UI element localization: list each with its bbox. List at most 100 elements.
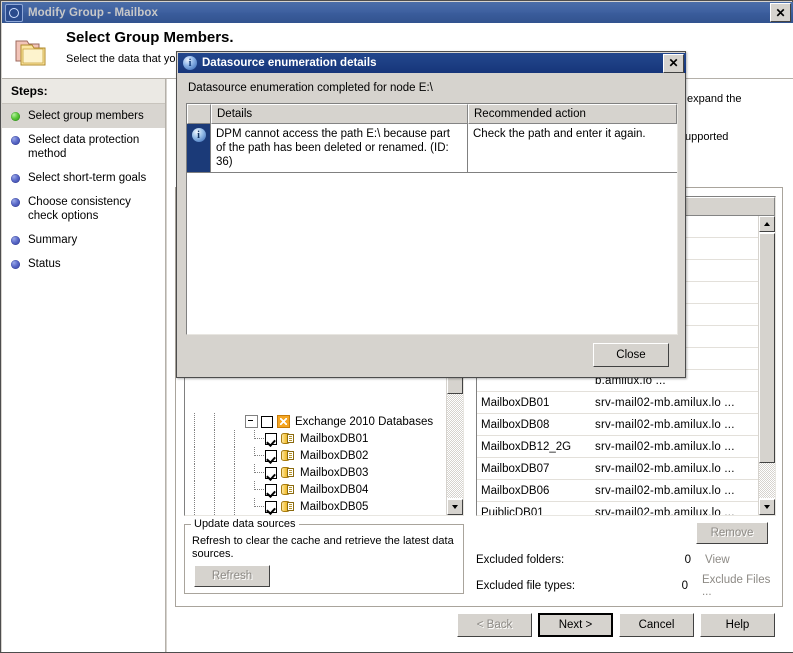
instruction-text-line1: expand the bbox=[687, 93, 742, 105]
tree-node-label: MailboxDB04 bbox=[300, 483, 369, 496]
dialog-close-button[interactable]: Close bbox=[593, 343, 669, 367]
cancel-button[interactable]: Cancel bbox=[619, 613, 694, 637]
database-icon bbox=[281, 500, 295, 513]
tree-checkbox[interactable] bbox=[261, 415, 273, 428]
database-icon bbox=[281, 483, 295, 496]
tree-indent bbox=[185, 413, 205, 430]
list-item-name: MailboxDB08 bbox=[481, 418, 550, 431]
tree-row-child[interactable]: MailboxDB05 bbox=[185, 498, 446, 515]
list-item-server: srv-mail02-mb.amilux.lo ... bbox=[595, 396, 735, 409]
tree-indent bbox=[205, 447, 225, 464]
list-item-name: MailboxDB01 bbox=[481, 396, 550, 409]
tree-row-child[interactable]: MailboxDB01 bbox=[185, 430, 446, 447]
step-bullet-icon bbox=[11, 236, 20, 245]
sidebar-item-select-group-members[interactable]: Select group members bbox=[2, 104, 165, 128]
remove-button[interactable]: Remove bbox=[696, 522, 768, 544]
step-label: Choose consistency check options bbox=[28, 196, 131, 222]
dialog-titlebar[interactable]: i Datasource enumeration details ✕ bbox=[178, 53, 686, 73]
dialog-close-icon[interactable]: ✕ bbox=[663, 53, 684, 73]
sidebar-item-select-short-term-goals[interactable]: Select short-term goals bbox=[2, 166, 165, 190]
tree-checkbox[interactable] bbox=[265, 432, 277, 445]
excluded-folders-label: Excluded folders: bbox=[476, 554, 565, 566]
tree-row-child[interactable]: MailboxDB02 bbox=[185, 447, 446, 464]
list-vertical-scrollbar[interactable] bbox=[758, 216, 775, 515]
excluded-file-types-label: Excluded file types: bbox=[476, 580, 576, 592]
sidebar-item-choose-consistency-check-options[interactable]: Choose consistency check options bbox=[2, 190, 165, 228]
list-item-name: PuiblicDB01 bbox=[481, 506, 544, 516]
step-bullet-icon bbox=[11, 136, 20, 145]
sidebar-item-status[interactable]: Status bbox=[2, 252, 165, 276]
sidebar-item-select-data-protection-method[interactable]: Select data protection method bbox=[2, 128, 165, 166]
step-label: Select group members bbox=[28, 110, 144, 122]
window-titlebar[interactable]: Modify Group - Mailbox ✕ bbox=[2, 2, 793, 23]
scroll-down-icon[interactable] bbox=[759, 499, 775, 515]
tree-node-label: MailboxDB03 bbox=[300, 466, 369, 479]
page-title: Select Group Members. bbox=[66, 29, 234, 46]
instruction-text-line2: upported bbox=[685, 131, 729, 143]
tree-indent bbox=[185, 481, 205, 498]
steps-sidebar: Steps: Select group members Select data … bbox=[2, 79, 166, 652]
tree-indent bbox=[225, 464, 245, 481]
exchange-icon bbox=[277, 415, 290, 428]
tree-checkbox[interactable] bbox=[265, 466, 277, 479]
tree-checkbox[interactable] bbox=[265, 483, 277, 496]
list-item-server: srv-mail02-mb.amilux.lo ... bbox=[595, 418, 735, 431]
tree-checkbox[interactable] bbox=[265, 500, 277, 513]
tree-indent bbox=[225, 430, 245, 447]
step-label: Select data protection method bbox=[28, 134, 140, 160]
tree-indent bbox=[245, 498, 265, 515]
refresh-button[interactable]: Refresh bbox=[194, 565, 270, 587]
tree-row-child[interactable]: MailboxDB04 bbox=[185, 481, 446, 498]
exclude-files-link[interactable]: Exclude Files ... bbox=[702, 574, 782, 598]
excluded-file-types-count: 0 bbox=[681, 580, 688, 592]
database-icon bbox=[281, 466, 295, 479]
tree-collapse-icon[interactable] bbox=[245, 415, 258, 428]
database-icon bbox=[281, 449, 295, 462]
wizard-button-bar: < Back Next > Cancel Help bbox=[167, 606, 793, 652]
tree-indent bbox=[205, 413, 225, 430]
tree-indent bbox=[185, 447, 205, 464]
table-header-row: Details Recommended action bbox=[187, 104, 677, 124]
step-bullet-icon bbox=[11, 174, 20, 183]
tree-node-label: Exchange 2010 Databases bbox=[295, 415, 434, 428]
scroll-down-icon[interactable] bbox=[447, 499, 463, 515]
tree-row-child[interactable]: MailboxDB03 bbox=[185, 464, 446, 481]
list-item-name: MailboxDB12_2G bbox=[481, 440, 572, 453]
list-item[interactable]: MailboxDB08 srv-mail02-mb.amilux.lo ... bbox=[477, 414, 758, 436]
list-item[interactable]: PuiblicDB01 srv-mail02-mb.amilux.lo ... bbox=[477, 502, 758, 516]
tree-indent bbox=[245, 464, 265, 481]
list-item[interactable]: MailboxDB12_2G srv-mail02-mb.amilux.lo ..… bbox=[477, 436, 758, 458]
scrollbar-thumb[interactable] bbox=[759, 233, 775, 463]
table-row[interactable]: i DPM cannot access the path E:\ because… bbox=[187, 124, 677, 173]
tree-indent bbox=[225, 481, 245, 498]
datasource-enumeration-dialog: i Datasource enumeration details ✕ Datas… bbox=[176, 51, 686, 378]
update-data-sources-group: Update data sources Refresh to clear the… bbox=[184, 518, 464, 594]
tree-checkbox[interactable] bbox=[265, 449, 277, 462]
excluded-folders-count: 0 bbox=[684, 554, 691, 566]
help-button[interactable]: Help bbox=[700, 613, 775, 637]
list-item[interactable]: MailboxDB01 srv-mail02-mb.amilux.lo ... bbox=[477, 392, 758, 414]
tree-node-label: MailboxDB02 bbox=[300, 449, 369, 462]
view-link[interactable]: View bbox=[705, 554, 730, 566]
list-item[interactable]: MailboxDB07 srv-mail02-mb.amilux.lo ... bbox=[477, 458, 758, 480]
tree-indent bbox=[185, 430, 205, 447]
table-column-header-action[interactable]: Recommended action bbox=[468, 104, 677, 124]
step-bullet-icon bbox=[11, 198, 20, 207]
scroll-up-icon[interactable] bbox=[759, 216, 775, 232]
row-status-cell: i bbox=[187, 124, 211, 172]
modify-group-window: Modify Group - Mailbox ✕ Select Group Me… bbox=[0, 0, 793, 653]
step-label: Select short-term goals bbox=[28, 172, 147, 184]
sidebar-item-summary[interactable]: Summary bbox=[2, 228, 165, 252]
list-item-server: srv-mail02-mb.amilux.lo ... bbox=[595, 484, 735, 497]
group-title: Update data sources bbox=[191, 518, 299, 530]
excluded-file-types-row: Excluded file types: 0 Exclude Files ... bbox=[476, 574, 782, 598]
step-label: Status bbox=[28, 258, 61, 270]
back-button[interactable]: < Back bbox=[457, 613, 532, 637]
step-bullet-icon bbox=[11, 112, 20, 121]
list-item[interactable]: MailboxDB06 srv-mail02-mb.amilux.lo ... bbox=[477, 480, 758, 502]
tree-row-root[interactable]: Exchange 2010 Databases bbox=[185, 413, 446, 430]
table-column-header-details[interactable]: Details bbox=[211, 104, 468, 124]
next-button[interactable]: Next > bbox=[538, 613, 613, 637]
database-icon bbox=[281, 432, 295, 445]
window-close-button[interactable]: ✕ bbox=[770, 3, 791, 22]
